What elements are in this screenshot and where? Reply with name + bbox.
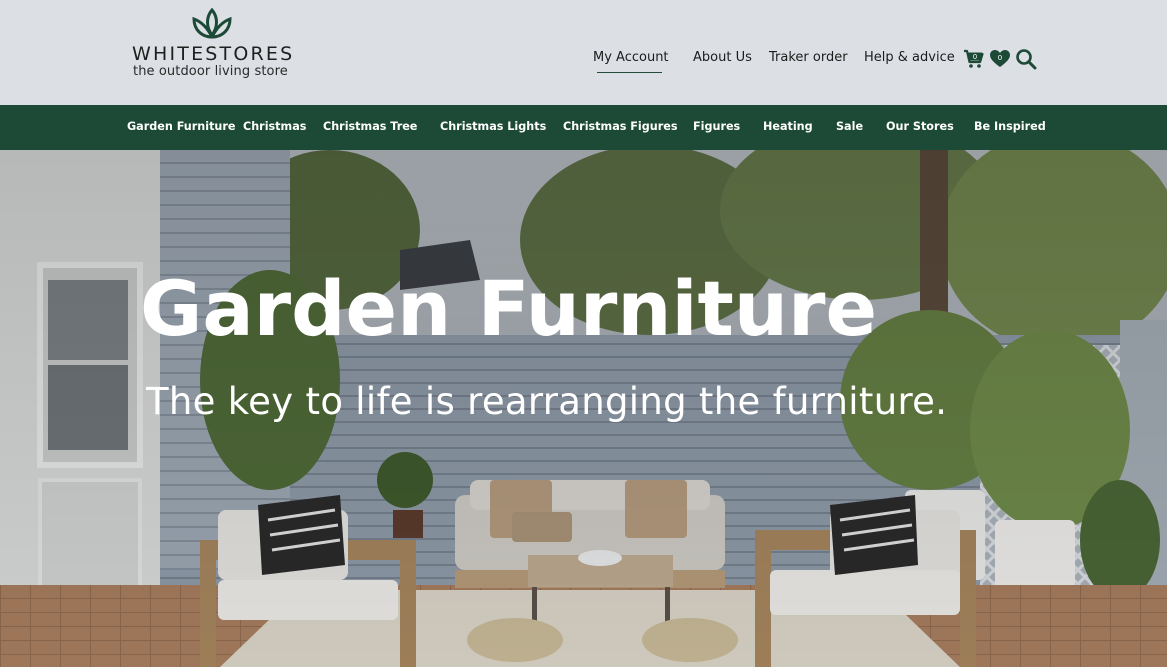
nav-item-christmas-tree[interactable]: Christmas Tree: [323, 120, 417, 133]
nav-item-figures[interactable]: Figures: [693, 120, 740, 133]
nav-item-be-inspired[interactable]: Be Inspired: [974, 120, 1046, 133]
brand-name: WHITESTORES: [132, 43, 295, 65]
nav-item-christmas-figures[interactable]: Christmas Figures: [563, 120, 678, 133]
search-icon: [1016, 49, 1037, 70]
active-link-underline: [597, 72, 662, 73]
help-advice-link[interactable]: Help & advice: [864, 50, 955, 65]
hero-banner: Garden Furniture The key to life is rear…: [0, 150, 1167, 667]
hero-subtitle: The key to life is rearranging the furni…: [146, 380, 948, 423]
main-nav: Garden Furniture Christmas Christmas Tre…: [0, 105, 1167, 150]
nav-item-our-stores[interactable]: Our Stores: [886, 120, 954, 133]
wishlist-button[interactable]: 0: [989, 48, 1011, 70]
nav-item-heating[interactable]: Heating: [763, 120, 813, 133]
site-header: WHITESTORES the outdoor living store My …: [0, 0, 1167, 105]
lotus-leaf-icon: [192, 8, 232, 39]
track-order-link[interactable]: Traker order: [769, 50, 848, 65]
brand-tagline: the outdoor living store: [133, 64, 288, 79]
cart-button[interactable]: 0: [963, 48, 985, 70]
about-us-link[interactable]: About Us: [693, 50, 752, 65]
cart-icon: 0: [964, 49, 984, 68]
nav-item-garden-furniture[interactable]: Garden Furniture: [127, 120, 236, 133]
nav-item-sale[interactable]: Sale: [836, 120, 863, 133]
nav-item-christmas-lights[interactable]: Christmas Lights: [440, 120, 546, 133]
cart-count: 0: [973, 53, 977, 61]
logo[interactable]: WHITESTORES the outdoor living store: [132, 8, 292, 80]
nav-item-christmas[interactable]: Christmas: [243, 120, 306, 133]
wishlist-count: 0: [998, 54, 1002, 62]
heart-icon: 0: [990, 50, 1010, 67]
hero-title: Garden Furniture: [140, 264, 877, 353]
search-button[interactable]: [1015, 48, 1037, 70]
my-account-link[interactable]: My Account: [593, 50, 669, 65]
